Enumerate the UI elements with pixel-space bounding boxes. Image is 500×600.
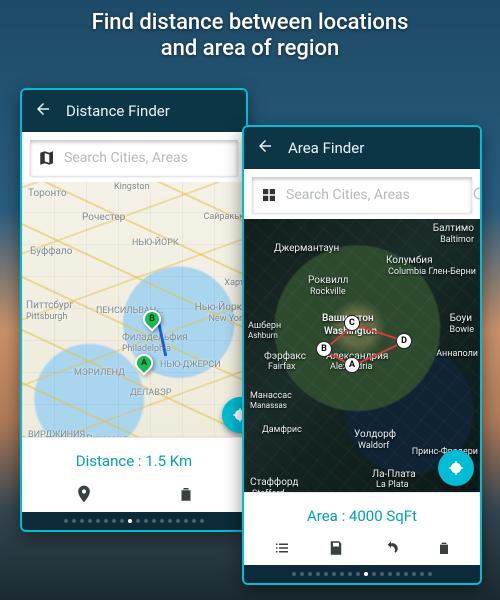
appbar-area: Area Finder: [244, 127, 480, 169]
map-label: Ла-Плата: [372, 469, 416, 480]
map-label: Буффало: [30, 246, 72, 257]
map-label: ВИРДЖИНИЯ: [28, 430, 85, 437]
appbar-title: Area Finder: [288, 139, 364, 157]
map-label: Уолдорф: [354, 429, 396, 440]
map-label: Рочестер: [82, 212, 125, 223]
map-label: Stafford: [252, 489, 285, 492]
headline: Find distance between locations and area…: [0, 10, 500, 63]
search-bar[interactable]: [30, 140, 238, 176]
place-marker-button[interactable]: [74, 484, 94, 504]
appbar-distance: Distance Finder: [22, 90, 246, 132]
undo-button[interactable]: [381, 540, 401, 556]
map-label: Торонто: [28, 188, 67, 199]
map-label: Bowie: [450, 325, 474, 335]
area-node-d[interactable]: D: [396, 333, 412, 349]
map-label: Глен-Берни: [429, 267, 476, 277]
map-canvas-roads[interactable]: Торонто Kingston Рочестер Сайракьк Буффа…: [22, 182, 246, 437]
phone-area: Area Finder Балтимо Baltimor Джермантаун…: [242, 125, 482, 585]
delete-button[interactable]: [436, 539, 452, 557]
map-label: Аннаполи: [436, 349, 478, 359]
map-label: Pittsburgh: [26, 312, 67, 322]
search-icon[interactable]: [472, 186, 482, 204]
search-input[interactable]: [286, 187, 464, 203]
list-button[interactable]: [272, 539, 292, 557]
promo-stage: Find distance between locations and area…: [0, 0, 500, 600]
map-label: Питтсбург: [26, 300, 73, 311]
map-label: Дамфрис: [262, 425, 302, 435]
headline-line-1: Find distance between locations: [92, 10, 409, 35]
headline-line-2: and area of region: [24, 36, 476, 62]
map-label: НЬЮ-ДЖЕРСИ: [160, 360, 221, 370]
map-label: New Yor: [209, 314, 243, 324]
distance-result: Distance : 1.5 Km: [28, 444, 240, 480]
back-icon[interactable]: [256, 137, 274, 159]
bottom-panel: Distance : 1.5 Km: [22, 437, 246, 512]
search-input[interactable]: [64, 150, 242, 166]
search-bar[interactable]: [252, 177, 472, 213]
save-button[interactable]: [327, 539, 345, 557]
appbar-title: Distance Finder: [66, 102, 170, 120]
map-pin-a[interactable]: A: [131, 350, 156, 375]
area-node-b[interactable]: B: [316, 341, 332, 357]
locate-fab[interactable]: [438, 450, 474, 486]
map-label: Филадельфия: [122, 332, 188, 343]
area-node-c[interactable]: C: [344, 315, 360, 331]
map-label: Waldorf: [358, 441, 389, 451]
map-label: Manassas: [250, 401, 287, 410]
map-label: Rockville: [310, 287, 346, 297]
map-canvas-satellite[interactable]: Балтимо Baltimor Джермантаун Колумбия Co…: [244, 219, 480, 492]
map-label: Колумбия: [386, 255, 433, 266]
phone-distance: Distance Finder Торонто Kingston Рочесте…: [20, 88, 248, 532]
satellite-icon: [260, 186, 278, 204]
map-label: Боуи: [450, 313, 472, 324]
map-label: Columbia: [388, 267, 426, 277]
map-label: Baltimor: [440, 235, 474, 245]
area-result: Area : 4000 SqFt: [250, 499, 474, 535]
map-label: ДЕЛАВЭР: [130, 388, 172, 398]
back-icon[interactable]: [34, 100, 52, 122]
page-indicator: [22, 512, 246, 530]
map-label: Роквилл: [308, 275, 348, 286]
map-label: Джермантаун: [274, 243, 339, 254]
map-label: Fairfax: [268, 362, 296, 372]
page-indicator: [244, 565, 480, 583]
map-label: Ashburn: [248, 331, 278, 340]
map-label: Kingston: [114, 182, 149, 192]
bottom-panel: Area : 4000 SqFt: [244, 492, 480, 565]
map-label: Манассас: [250, 391, 292, 401]
map-label: Сайракьк: [203, 212, 244, 222]
map-label: Стаффорд: [250, 477, 298, 488]
map-label: МЭРИЛЕНД: [74, 368, 125, 378]
map-label: Фэрфакс: [264, 351, 306, 362]
map-label: La Plata: [376, 480, 409, 490]
map-icon: [38, 149, 56, 167]
map-label: НЬЮ-ЙОРК: [132, 238, 179, 248]
map-label: Ашберн: [248, 321, 281, 331]
map-label: Нью-Йорк: [195, 302, 242, 313]
area-node-a[interactable]: A: [344, 357, 360, 373]
map-label: Балтимо: [433, 223, 474, 234]
delete-button[interactable]: [177, 484, 195, 504]
map-label: Ричмонд: [86, 434, 128, 437]
